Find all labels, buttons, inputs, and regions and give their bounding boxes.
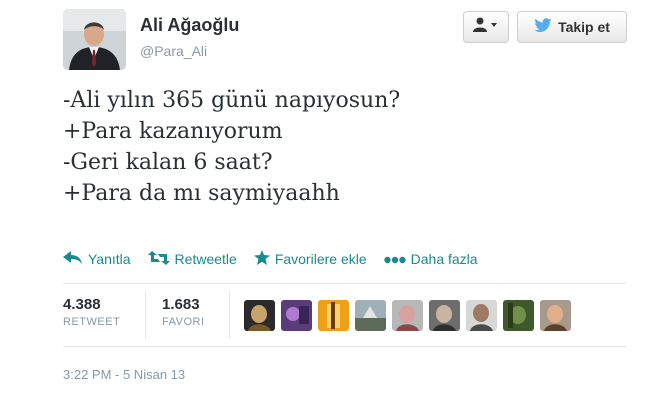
retweet-label: Retweetle (174, 251, 237, 267)
user-actions-button[interactable] (463, 11, 509, 43)
user-avatar[interactable] (281, 300, 312, 331)
retweet-stat[interactable]: 4.388 RETWEET (63, 296, 120, 328)
favorite-count: 1.683 (162, 296, 200, 313)
user-avatar[interactable] (540, 300, 571, 331)
follow-button[interactable]: Takip et (517, 11, 627, 43)
favorite-count-label: FAVORI (162, 316, 205, 328)
user-avatar[interactable] (355, 300, 386, 331)
tweet-line: -Geri kalan 6 saat? (63, 150, 273, 175)
user-avatar[interactable] (503, 300, 534, 331)
follow-label: Takip et (558, 19, 610, 35)
tweet-actions: Yanıtla Retweetle Favorilere ekle Daha f… (63, 249, 495, 269)
user-avatar[interactable] (392, 300, 423, 331)
divider (63, 346, 627, 347)
retweet-count: 4.388 (63, 296, 101, 313)
favorite-stat[interactable]: 1.683 FAVORI (162, 296, 205, 328)
tweet-timestamp[interactable]: 3:22 PM - 5 Nisan 13 (63, 367, 185, 382)
retweet-icon (147, 250, 170, 268)
favorite-label: Favorilere ekle (274, 251, 367, 267)
author-avatar[interactable] (63, 9, 126, 70)
more-dots-icon (383, 251, 406, 267)
more-action[interactable]: Daha fazla (383, 251, 478, 267)
tweet-line: +Para kazanıyorum (63, 119, 283, 144)
user-avatar[interactable] (429, 300, 460, 331)
reply-label: Yanıtla (88, 251, 131, 267)
more-label: Daha fazla (410, 251, 478, 267)
stat-separator (229, 291, 230, 339)
user-avatar[interactable] (318, 300, 349, 331)
tweet-line: +Para da mı saymiyaahh (63, 181, 340, 206)
star-icon (253, 250, 270, 268)
user-avatar[interactable] (466, 300, 497, 331)
user-dropdown-icon (472, 17, 500, 38)
tweet-line: -Ali yılın 365 günü napıyosun? (63, 88, 401, 113)
favoriter-avatars (244, 300, 571, 331)
stat-separator (145, 291, 146, 339)
author-name[interactable]: Ali Ağaoğlu (140, 15, 239, 36)
author-handle[interactable]: @Para_Ali (140, 43, 207, 59)
divider (63, 283, 627, 284)
twitter-bird-icon (534, 18, 552, 36)
reply-icon (63, 250, 83, 268)
user-avatar[interactable] (244, 300, 275, 331)
favorite-action[interactable]: Favorilere ekle (253, 250, 367, 268)
retweet-count-label: RETWEET (63, 316, 121, 328)
retweet-action[interactable]: Retweetle (147, 250, 237, 268)
reply-action[interactable]: Yanıtla (63, 250, 131, 268)
tweet-text: -Ali yılın 365 günü napıyosun? +Para kaz… (63, 85, 400, 209)
